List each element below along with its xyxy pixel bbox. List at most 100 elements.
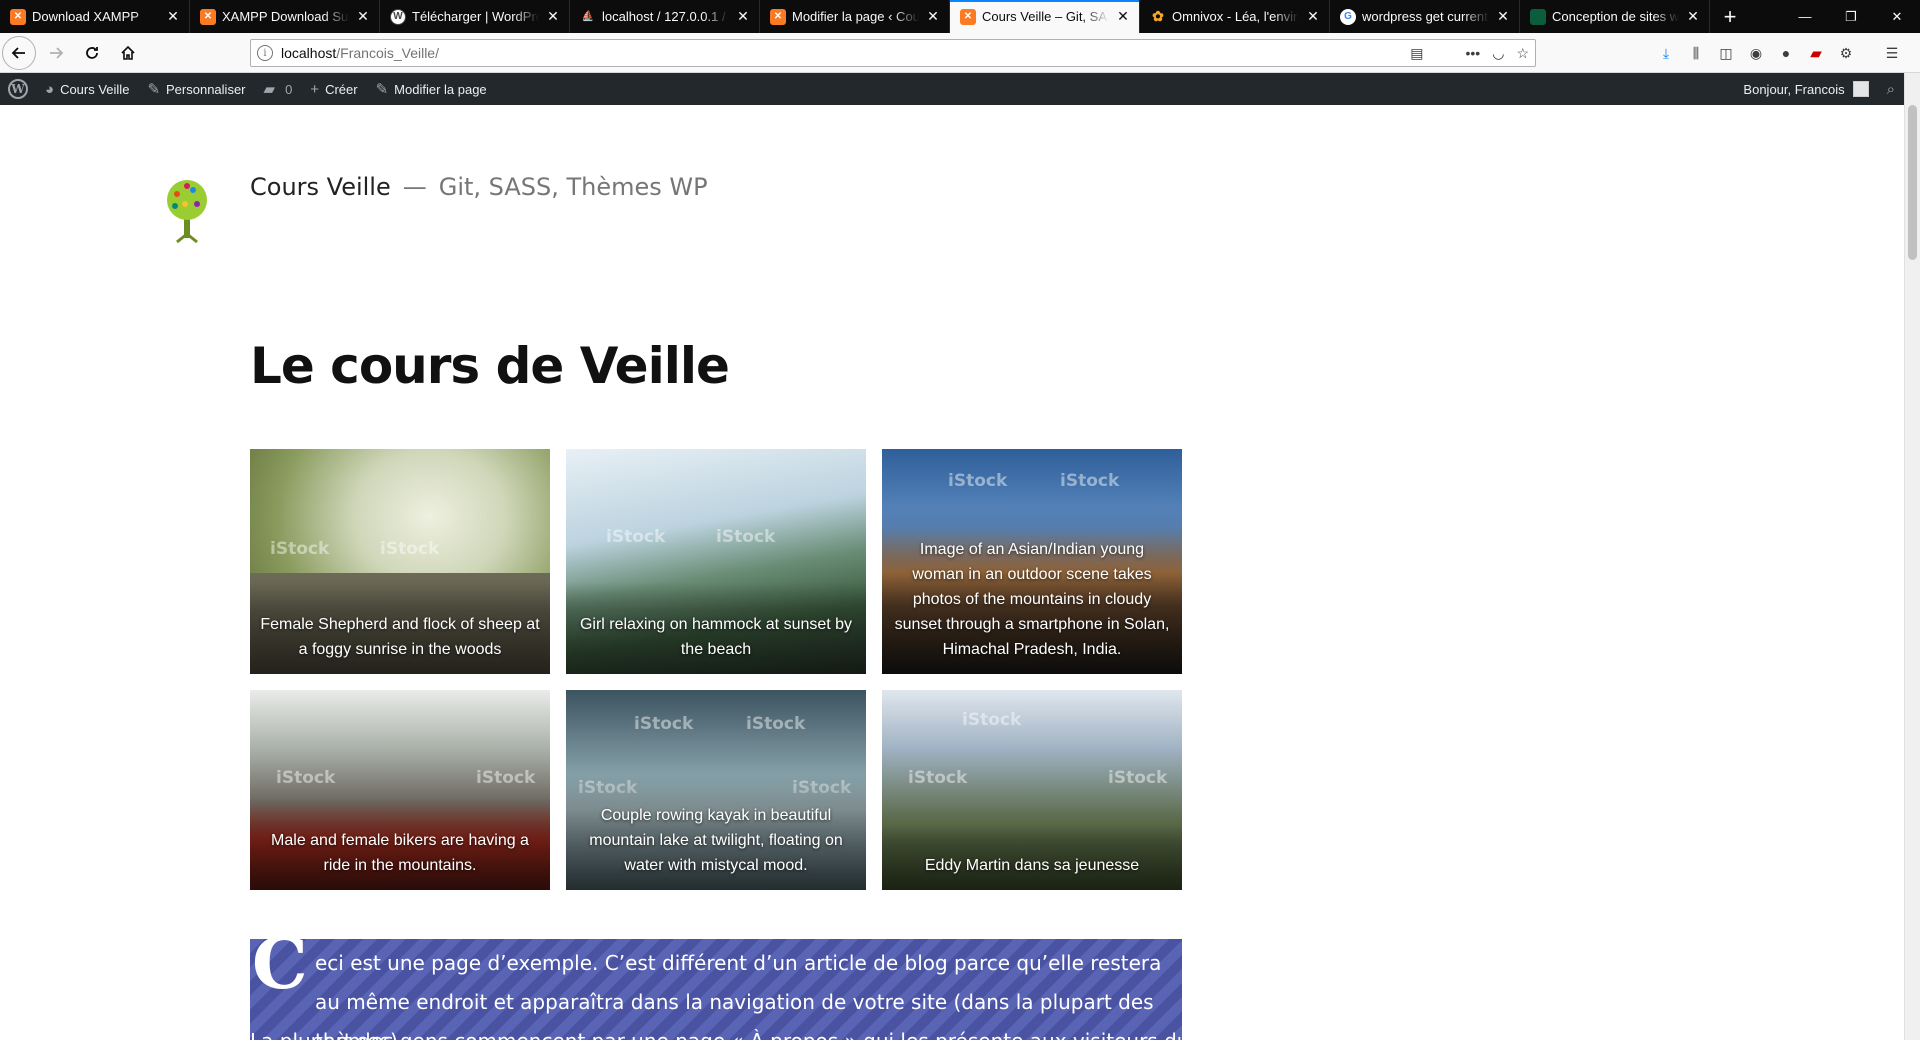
watermark: iStock — [270, 539, 330, 559]
tab-xampp-success[interactable]: ✕ XAMPP Download Success ✕ — [190, 0, 380, 33]
tab-title: XAMPP Download Success — [222, 9, 349, 24]
site-title[interactable]: Cours Veille — [250, 173, 391, 201]
gallery-item-sheep[interactable]: iStock iStock Female Shepherd and flock … — [250, 449, 550, 674]
bookmark-star-icon[interactable]: ☆ — [1516, 45, 1529, 62]
tab-phpmyadmin[interactable]: ⛵ localhost / 127.0.0.1 / exi ✕ — [570, 0, 760, 33]
site-logo[interactable] — [163, 178, 211, 244]
site-branding: Cours Veille — Git, SASS, Thèmes WP — [250, 173, 708, 201]
tab-download-xampp[interactable]: ✕ Download XAMPP ✕ — [0, 0, 190, 33]
back-button[interactable] — [2, 35, 36, 70]
admin-edit-page[interactable]: ✎ Modifier la page — [367, 73, 496, 105]
admin-bar-right: Bonjour, Francois ⌕ — [1734, 73, 1904, 105]
tab-omnivox[interactable]: ✿ Omnivox - Léa, l'environ ✕ — [1140, 0, 1330, 33]
gallery-item-football[interactable]: iStock iStock iStock Eddy Martin dans sa… — [882, 690, 1182, 890]
close-tab-icon[interactable]: ✕ — [165, 8, 181, 25]
comment-icon: ▰ — [263, 81, 276, 98]
plus-icon: + — [310, 80, 320, 98]
watermark: iStock — [962, 710, 1022, 730]
tab-cours-veille[interactable]: ✕ Cours Veille – Git, SASS, ✕ — [950, 0, 1140, 33]
wordpress-icon: W — [390, 8, 406, 25]
browser-tabstrip: ✕ Download XAMPP ✕ ✕ XAMPP Download Succ… — [0, 0, 1920, 33]
navigation-toolbar: i localhost/Francois_Veille/ ▤ ••• ◡ ☆ ⤓… — [0, 33, 1920, 73]
arrow-right-icon — [50, 46, 64, 59]
download-icon[interactable]: ⤓ — [1656, 43, 1676, 63]
tab-title: Conception de sites web — [1552, 9, 1679, 24]
minimize-button[interactable]: — — [1782, 0, 1828, 33]
tab-wordpress-download[interactable]: W Télécharger | WordPress.org ✕ — [380, 0, 570, 33]
watermark: iStock — [1060, 471, 1120, 491]
gallery-item-bikers[interactable]: iStock iStock Male and female bikers are… — [250, 690, 550, 890]
close-tab-icon[interactable]: ✕ — [925, 8, 941, 25]
page-scrollbar[interactable] — [1904, 73, 1920, 1040]
extension-icon[interactable]: ● — [1776, 43, 1796, 63]
close-tab-icon[interactable]: ✕ — [1685, 8, 1701, 25]
watermark: iStock — [634, 714, 694, 734]
info-icon[interactable]: i — [257, 45, 273, 61]
phpmyadmin-icon: ⛵ — [581, 11, 595, 22]
omnivox-icon: ✿ — [1152, 8, 1164, 24]
watermark: iStock — [476, 768, 536, 788]
hamburger-menu-icon[interactable]: ☰ — [1882, 43, 1902, 63]
tab-google-search[interactable]: G wordpress get current ur ✕ — [1330, 0, 1520, 33]
page-actions-icon[interactable]: ••• — [1466, 45, 1481, 61]
wp-logo-menu[interactable]: W — [0, 73, 36, 105]
restore-button[interactable]: ❐ — [1828, 0, 1874, 33]
gallery-item-hammock[interactable]: iStock iStock Girl relaxing on hammock a… — [566, 449, 866, 674]
admin-comments[interactable]: ▰ 0 — [255, 73, 302, 105]
watermark: iStock — [746, 714, 806, 734]
tab-conception-sites[interactable]: Conception de sites web ✕ — [1520, 0, 1710, 33]
close-tab-icon[interactable]: ✕ — [735, 8, 751, 25]
pocket-icon[interactable]: ◡ — [1492, 45, 1504, 62]
close-tab-icon[interactable]: ✕ — [355, 8, 371, 25]
admin-customize[interactable]: ✎ Personnaliser — [138, 73, 254, 105]
xampp-icon: ✕ — [10, 8, 26, 25]
pencil-icon: ✎ — [375, 81, 389, 98]
tab-title: Cours Veille – Git, SASS, — [982, 9, 1109, 24]
gallery-item-kayak[interactable]: iStock iStock iStock iStock Couple rowin… — [566, 690, 866, 890]
url-bar[interactable]: i localhost/Francois_Veille/ ▤ ••• ◡ ☆ — [250, 39, 1536, 67]
forward-button[interactable] — [40, 37, 72, 69]
close-tab-icon[interactable]: ✕ — [545, 8, 561, 25]
extension-gear-icon[interactable]: ⚙ — [1836, 43, 1856, 63]
dashboard-icon: ◕ — [45, 80, 55, 98]
gallery-caption: Eddy Martin dans sa jeunesse — [882, 823, 1182, 890]
xampp-icon: ✕ — [200, 8, 216, 25]
watermark: iStock — [276, 768, 336, 788]
reader-view-icon[interactable]: ▤ — [1410, 45, 1423, 62]
gallery-caption: Male and female bikers are having a ride… — [250, 798, 550, 890]
arrow-left-icon — [11, 46, 25, 59]
brush-icon: ✎ — [147, 81, 161, 98]
sidebar-icon[interactable]: ◫ — [1716, 43, 1736, 63]
watermark: iStock — [948, 471, 1008, 491]
admin-site-name[interactable]: ◕ Cours Veille — [36, 73, 138, 105]
dropcap-letter: C — [252, 922, 308, 1005]
admin-new-label: Créer — [325, 81, 358, 97]
admin-account-menu[interactable]: Bonjour, Francois — [1734, 73, 1877, 105]
close-tab-icon[interactable]: ✕ — [1305, 8, 1321, 25]
library-icon[interactable]: ⫼ — [1686, 43, 1706, 63]
site-description: Git, SASS, Thèmes WP — [438, 173, 708, 201]
google-icon: G — [1340, 8, 1356, 25]
gallery-item-mountain-woman[interactable]: iStock iStock Image of an Asian/Indian y… — [882, 449, 1182, 674]
page-title: Le cours de Veille — [250, 337, 730, 395]
gallery-caption: Couple rowing kayak in beautiful mountai… — [566, 773, 866, 890]
wp-admin-bar: W ◕ Cours Veille ✎ Personnaliser ▰ 0 + C… — [0, 73, 1904, 105]
admin-new-content[interactable]: + Créer — [301, 73, 366, 105]
url-path: /Francois_Veille/ — [336, 45, 439, 61]
toolbar-right: ⤓ ⫼ ◫ ◉ ● ▰ ⚙ ☰ — [1656, 33, 1902, 73]
admin-search[interactable]: ⌕ — [1878, 73, 1904, 105]
account-icon[interactable]: ◉ — [1746, 43, 1766, 63]
close-tab-icon[interactable]: ✕ — [1495, 8, 1511, 25]
gallery-caption: Image of an Asian/Indian young woman in … — [882, 507, 1182, 674]
reload-button[interactable] — [76, 37, 108, 69]
url-host: localhost — [281, 45, 337, 61]
close-window-button[interactable]: ✕ — [1874, 0, 1920, 33]
tab-modifier-page[interactable]: ✕ Modifier la page ‹ Cours ✕ — [760, 0, 950, 33]
url-text[interactable]: localhost/Francois_Veille/ — [281, 45, 1410, 61]
home-button[interactable] — [112, 37, 144, 69]
close-tab-icon[interactable]: ✕ — [1115, 8, 1131, 25]
pdf-icon[interactable]: ▰ — [1806, 43, 1826, 63]
new-tab-button[interactable]: + — [1710, 0, 1750, 33]
url-actions: ▤ ••• ◡ ☆ — [1410, 45, 1529, 62]
scrollbar-thumb[interactable] — [1908, 105, 1917, 260]
